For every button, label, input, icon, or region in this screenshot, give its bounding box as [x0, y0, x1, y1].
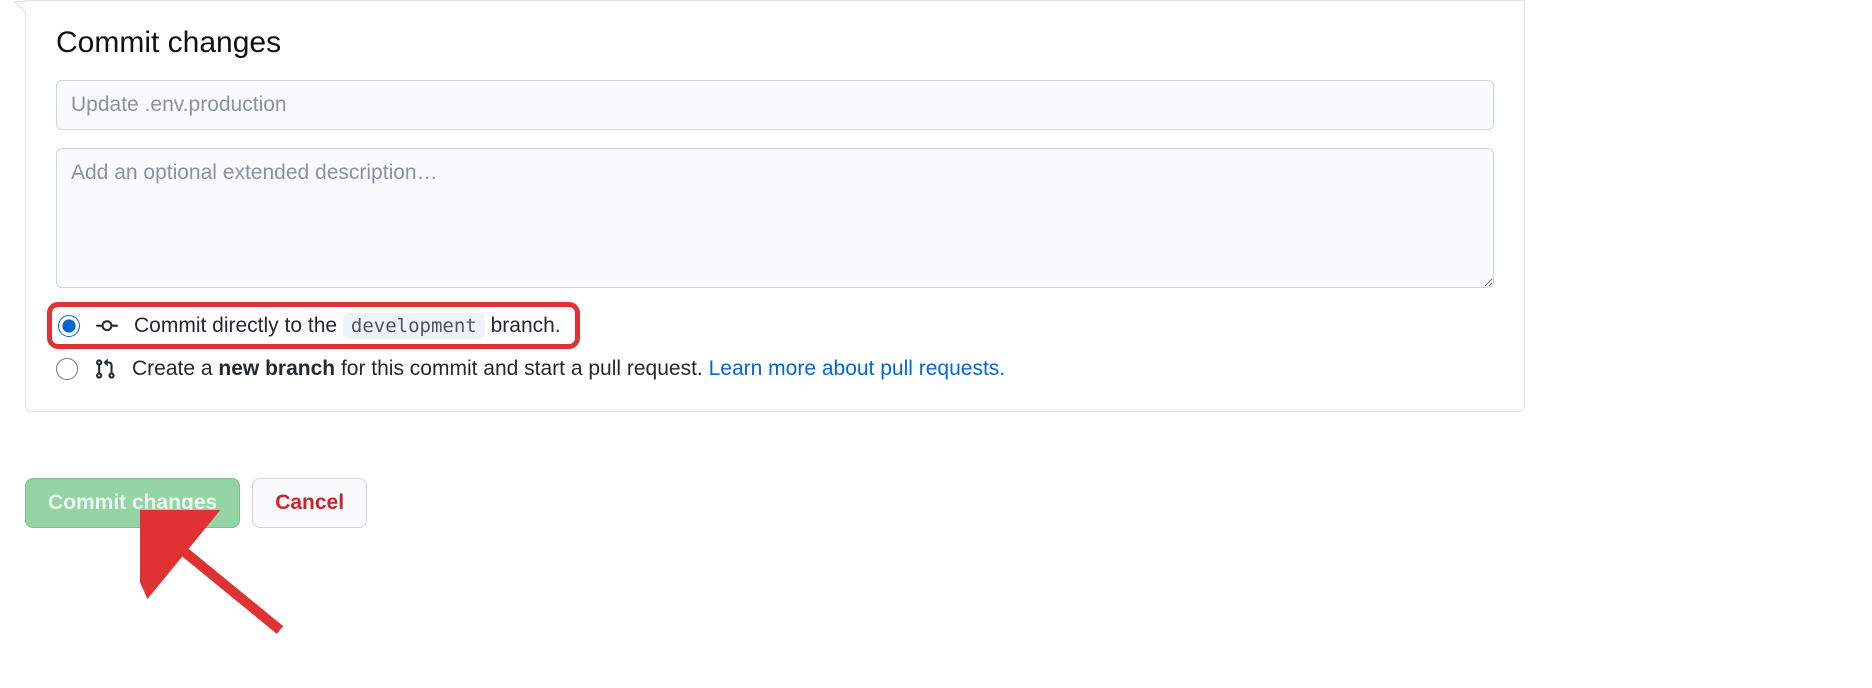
branch-name-chip: development [343, 313, 485, 339]
cancel-button[interactable]: Cancel [252, 478, 367, 528]
commit-target-radio-group: Commit directly to the development branc… [56, 311, 1494, 381]
commit-changes-panel: Commit changes Commit directly to the de… [25, 0, 1525, 412]
direct-prefix: Commit directly to the [134, 314, 337, 337]
commit-button-row: Commit changes Cancel [25, 478, 367, 528]
nb-bold: new branch [218, 357, 335, 380]
commit-description-textarea[interactable] [56, 148, 1494, 288]
radio-new-branch-input[interactable] [56, 358, 78, 380]
radio-commit-direct-input[interactable] [58, 315, 80, 337]
commit-summary-input[interactable] [56, 80, 1494, 130]
git-pull-request-icon [94, 358, 116, 380]
nb-prefix: Create a [132, 357, 213, 380]
radio-commit-direct[interactable]: Commit directly to the development branc… [56, 311, 571, 340]
commit-changes-heading: Commit changes [56, 26, 1494, 60]
commit-changes-button[interactable]: Commit changes [25, 478, 240, 528]
radio-new-branch[interactable]: Create a new branch for this commit and … [56, 356, 1494, 381]
git-commit-icon [96, 315, 118, 337]
radio-commit-direct-label: Commit directly to the development branc… [134, 313, 561, 338]
annotation-arrow [140, 510, 300, 640]
direct-suffix: branch. [491, 314, 561, 337]
learn-more-pr-link[interactable]: Learn more about pull requests. [709, 357, 1006, 380]
nb-middle: for this commit and start a pull request… [341, 357, 703, 380]
radio-new-branch-label: Create a new branch for this commit and … [132, 356, 1005, 381]
